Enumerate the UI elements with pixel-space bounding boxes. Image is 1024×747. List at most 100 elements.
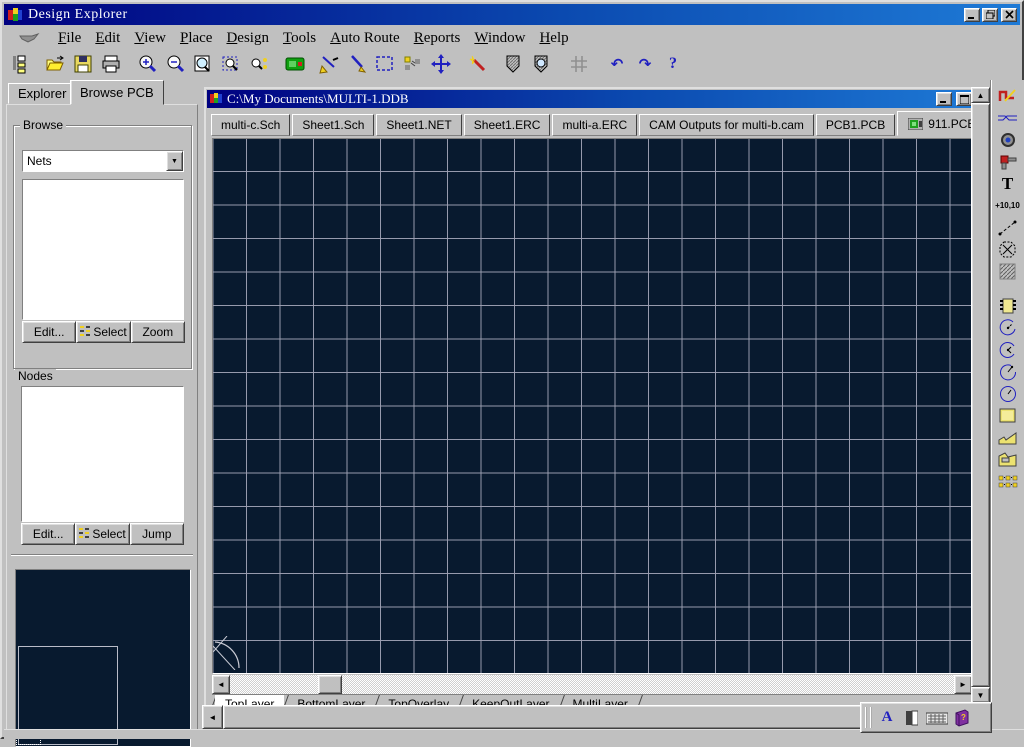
save-document-icon[interactable] xyxy=(72,53,94,75)
view-3d-icon[interactable] xyxy=(502,53,524,75)
print-icon[interactable] xyxy=(100,53,122,75)
pcb-horizontal-scrollbar[interactable]: ◄ ► xyxy=(212,675,972,694)
soft-keyboard-icon[interactable] xyxy=(926,707,948,728)
move-tool-icon[interactable] xyxy=(430,53,452,75)
room-icon[interactable] xyxy=(995,239,1021,260)
browse-type-select[interactable]: Nets ▼ xyxy=(22,150,184,172)
menu-reports[interactable]: Reports xyxy=(414,30,461,47)
minimize-button[interactable] xyxy=(964,8,980,22)
menu-window[interactable]: Window xyxy=(474,30,525,47)
via-icon[interactable] xyxy=(995,129,1021,150)
zoom-all-icon[interactable] xyxy=(192,53,214,75)
tab-browse-pcb[interactable]: Browse PCB xyxy=(70,80,164,105)
redo-icon[interactable]: ↷ xyxy=(634,53,656,75)
doc-tab-pcb1-pcb[interactable]: PCB1.PCB xyxy=(816,114,895,136)
track-mode-icon[interactable] xyxy=(995,107,1021,128)
workspace-vertical-scrollbar[interactable]: ▲ ▼ xyxy=(971,87,990,703)
fill-icon[interactable] xyxy=(995,405,1021,426)
nets-select-button[interactable]: Select xyxy=(76,321,130,343)
select-area-icon[interactable] xyxy=(374,53,396,75)
menu-place[interactable]: Place xyxy=(180,30,212,47)
arc-angle-icon[interactable] xyxy=(995,361,1021,382)
scroll-thumb[interactable] xyxy=(223,705,871,729)
full-half-width-icon[interactable] xyxy=(901,707,923,728)
workspace-horizontal-scrollbar[interactable]: ◄ ► xyxy=(202,705,971,729)
open-document-icon[interactable] xyxy=(44,53,66,75)
view-3d-board-icon[interactable] xyxy=(530,53,552,75)
nodes-jump-button[interactable]: Jump xyxy=(130,523,184,545)
zoom-point-icon[interactable] xyxy=(248,53,270,75)
close-button[interactable] xyxy=(1001,8,1017,22)
polygon-plane-icon[interactable] xyxy=(995,427,1021,448)
doc-tab-sheet1-sch[interactable]: Sheet1.Sch xyxy=(292,114,374,136)
menu-auto-route[interactable]: Auto Route xyxy=(330,30,400,47)
ime-drag-handle[interactable] xyxy=(865,707,872,728)
scroll-thumb[interactable] xyxy=(318,675,342,694)
doc-tab-multi-c-sch[interactable]: multi-c.Sch xyxy=(211,114,290,136)
menu-help[interactable]: Help xyxy=(539,30,568,47)
doc-maximize-button[interactable] xyxy=(956,92,972,106)
scroll-left-icon[interactable]: ◄ xyxy=(202,705,223,729)
cross-probe-icon[interactable] xyxy=(284,53,306,75)
toggle-grid-icon[interactable] xyxy=(568,53,590,75)
arc-edge-icon[interactable] xyxy=(995,317,1021,338)
dropdown-arrow-icon[interactable]: ▼ xyxy=(166,151,183,171)
full-circle-icon[interactable] xyxy=(995,383,1021,404)
menu-arrow-icon[interactable] xyxy=(18,33,44,45)
tab-explorer[interactable]: Explorer xyxy=(8,83,76,104)
app-titlebar[interactable]: Design Explorer xyxy=(4,4,1020,25)
wand-tool-icon[interactable] xyxy=(466,53,488,75)
interactive-routing-icon[interactable] xyxy=(995,85,1021,106)
nets-zoom-button[interactable]: Zoom xyxy=(131,321,185,343)
doc-tab-sheet1-erc[interactable]: Sheet1.ERC xyxy=(464,114,551,136)
ime-toolbar[interactable]: A ? xyxy=(860,702,992,733)
menu-edit[interactable]: Edit xyxy=(95,30,120,47)
pick-tool-icon[interactable] xyxy=(346,53,368,75)
pcb-grid-canvas[interactable] xyxy=(213,139,971,673)
doc-minimize-button[interactable] xyxy=(936,92,952,106)
document-titlebar[interactable]: C:\My Documents\MULTI-1.DDB xyxy=(207,90,987,108)
scroll-thumb[interactable] xyxy=(971,103,990,687)
nets-edit-button[interactable]: Edit... xyxy=(22,321,76,343)
undo-icon[interactable]: ↶ xyxy=(606,53,628,75)
board-preview[interactable] xyxy=(15,569,191,747)
arc-center-icon[interactable] xyxy=(995,339,1021,360)
scroll-track[interactable] xyxy=(230,675,954,694)
nodes-edit-button[interactable]: Edit... xyxy=(21,523,75,545)
input-mode-icon[interactable]: A xyxy=(876,707,898,728)
scroll-left-icon[interactable]: ◄ xyxy=(212,675,230,694)
doc-tab-cam-outputs[interactable]: CAM Outputs for multi-b.cam xyxy=(639,114,814,136)
pcb-viewport[interactable] xyxy=(212,138,972,674)
doc-tab-multi-a-erc[interactable]: multi-a.ERC xyxy=(552,114,637,136)
help-icon[interactable]: ? xyxy=(662,53,684,75)
browse-group-label: Browse xyxy=(20,118,66,132)
scroll-up-icon[interactable]: ▲ xyxy=(971,87,990,103)
zoom-in-icon[interactable] xyxy=(136,53,158,75)
menu-view[interactable]: View xyxy=(134,30,166,47)
zoom-out-icon[interactable] xyxy=(164,53,186,75)
menu-tools[interactable]: Tools xyxy=(283,30,316,47)
scroll-down-icon[interactable]: ▼ xyxy=(971,687,990,703)
nets-listbox[interactable] xyxy=(22,179,184,320)
fill-hatch-icon[interactable] xyxy=(995,261,1021,282)
deselect-all-icon[interactable] xyxy=(402,53,424,75)
component-icon[interactable] xyxy=(995,295,1021,316)
wire-cutter-icon[interactable] xyxy=(318,53,340,75)
nodes-select-button[interactable]: Select xyxy=(75,523,129,545)
doc-tab-sheet1-net[interactable]: Sheet1.NET xyxy=(376,114,461,136)
menu-design[interactable]: Design xyxy=(226,30,269,47)
text-tool-icon[interactable]: T xyxy=(995,173,1021,194)
restore-button[interactable] xyxy=(982,8,998,22)
scroll-right-icon[interactable]: ► xyxy=(954,675,972,694)
zoom-area-icon[interactable] xyxy=(220,53,242,75)
coordinate-icon[interactable]: +10,10 xyxy=(995,195,1021,216)
dimension-icon[interactable] xyxy=(995,217,1021,238)
menu-file[interactable]: File xyxy=(58,30,81,47)
ime-help-icon[interactable]: ? xyxy=(951,707,973,728)
nodes-listbox[interactable] xyxy=(21,386,184,522)
pad-icon[interactable] xyxy=(995,151,1021,172)
pad-array-icon[interactable] xyxy=(995,471,1021,492)
design-manager-toggle-icon[interactable] xyxy=(10,53,32,75)
split-plane-icon[interactable] xyxy=(995,449,1021,470)
doc-tab-label: CAM Outputs for multi-b.cam xyxy=(649,118,804,132)
